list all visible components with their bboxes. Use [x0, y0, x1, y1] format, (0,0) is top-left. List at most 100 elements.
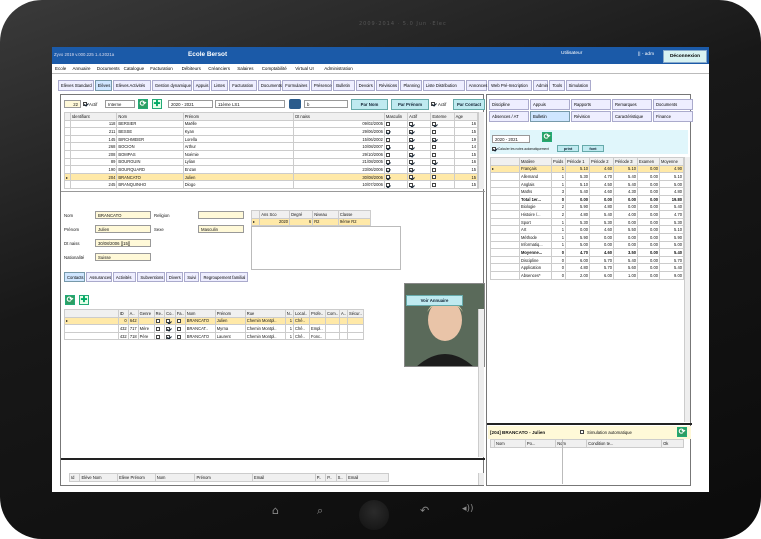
grades-scrollbar[interactable] [684, 157, 690, 422]
menu-item[interactable]: Comptabilité [262, 66, 287, 71]
checkbox[interactable] [385, 167, 390, 172]
menu-item[interactable]: Ecole [55, 66, 66, 71]
column-header[interactable]: P.. [314, 473, 327, 482]
column-header[interactable]: Période 3 [613, 157, 638, 166]
tab[interactable]: Liste Distribution [422, 80, 465, 91]
year-field[interactable]: 2020 - 2021 [492, 135, 530, 143]
checkbox[interactable] [385, 183, 390, 188]
right-tab[interactable]: Absences / AT [489, 111, 529, 122]
column-header[interactable]: Sécur.. [347, 309, 364, 318]
column-header[interactable]: Email [346, 473, 389, 482]
volume-icon[interactable]: ◂)) [462, 504, 474, 514]
column-header[interactable]: Nom [555, 439, 588, 448]
refresh-icon[interactable]: ⟳ [138, 99, 148, 109]
religion-field[interactable] [198, 211, 244, 219]
table-row[interactable]: Total 1er... 0 0.00 0.00 0.00 0.00 19.80 [490, 194, 684, 204]
checkbox[interactable] [385, 152, 390, 157]
right-tab[interactable]: Remarques [612, 99, 652, 110]
print-button[interactable]: print [557, 145, 579, 152]
table-row[interactable]: Biologie 2 5.90 4.80 0.00 0.00 5.40 [490, 202, 684, 212]
table-row[interactable]: ▸ 204 BRANCATO Julien 30/08/2006 15 [64, 172, 479, 182]
checkbox[interactable] [409, 129, 414, 134]
table-row[interactable]: Moyenne... 0 4.70 4.60 3.50 0.00 5.40 [490, 248, 684, 257]
column-header[interactable]: Fa.. [174, 309, 186, 318]
column-header[interactable]: Elève Prénom [117, 473, 156, 482]
table-row[interactable]: Allemand 1 5.30 4.70 5.40 0.00 5.10 [490, 172, 684, 181]
column-header[interactable]: S.. [335, 473, 348, 482]
auto-calc-checkbox[interactable] [492, 146, 496, 151]
disconnect-button[interactable]: Déconnexion [663, 50, 707, 63]
column-header[interactable]: Identifiant [69, 112, 118, 121]
column-header[interactable]: Profe.. [308, 309, 326, 318]
checkbox[interactable] [432, 167, 437, 172]
checkbox[interactable] [155, 319, 160, 324]
dtnaiss-field[interactable]: 30/08/2006 [[15]] [95, 239, 151, 247]
checkbox[interactable] [385, 160, 390, 165]
right-tab[interactable]: Discipline [489, 99, 529, 110]
checkbox[interactable] [166, 319, 171, 324]
right-tab[interactable]: Appuis [530, 99, 570, 110]
nationalite-field[interactable]: Suisse [95, 253, 151, 261]
search-icon[interactable]: ⌕ [317, 504, 323, 518]
tab[interactable]: Formulaires [282, 80, 310, 91]
checkbox[interactable] [155, 334, 160, 339]
checkbox[interactable] [176, 334, 181, 339]
table-row[interactable]: 208 BOMPAS Noémie 29/10/2006 15 [64, 149, 479, 159]
tab[interactable]: Documents [257, 80, 282, 91]
binoculars-icon[interactable] [289, 99, 301, 109]
contact-tab[interactable]: Subventions [137, 272, 165, 282]
table-row[interactable]: 432 717 Mère BRANCAT.. Myrna Chemin Montpl.. 1… [64, 324, 364, 333]
checkbox[interactable] [432, 122, 437, 127]
voir-annuaire-button[interactable]: Voir Annuaire [406, 295, 463, 306]
tab[interactable]: Facturation [229, 80, 257, 91]
column-header[interactable]: Période 1 [565, 157, 590, 166]
par-nom-button[interactable]: Par Nom [351, 99, 388, 110]
column-header[interactable]: N.. [284, 309, 294, 318]
menu-item[interactable]: Annuaire [73, 66, 91, 71]
column-header[interactable]: P.. [325, 473, 337, 482]
table-row[interactable]: 211 BESSE Kyan 29/06/2006 15 [64, 127, 479, 136]
search-input[interactable]: b [304, 100, 348, 108]
checkbox[interactable] [385, 129, 390, 134]
checkbox[interactable] [432, 145, 437, 150]
column-header[interactable]: Condition te... [586, 439, 663, 448]
checkbox[interactable] [409, 122, 414, 127]
tab[interactable]: Elèves [94, 80, 113, 91]
contact-tab[interactable]: Activités [112, 272, 137, 282]
sim-checkbox[interactable] [580, 429, 584, 434]
column-header[interactable]: Prénom [182, 112, 295, 121]
column-header[interactable]: Ok [661, 439, 684, 448]
table-row[interactable]: Art 1 0.00 4.60 5.50 0.00 5.10 [490, 225, 684, 234]
tab[interactable]: Appuis [192, 80, 210, 91]
tab[interactable]: Annonces [465, 80, 487, 91]
table-row[interactable]: 118 BERSIER Maëlle 09/02/2005 16 [64, 119, 479, 129]
actif-checkbox[interactable] [83, 101, 87, 106]
tab[interactable]: Bulletin [333, 80, 355, 91]
tab[interactable]: Présence [310, 80, 333, 91]
menu-item[interactable]: Virtual UI [295, 66, 313, 71]
column-header[interactable]: Com.. [324, 309, 340, 318]
checkbox[interactable] [155, 326, 160, 331]
count-field[interactable]: 22 [64, 100, 81, 108]
checkbox[interactable] [166, 326, 171, 331]
column-header[interactable]: Masculin [383, 112, 409, 121]
table-row[interactable]: Absences* 0 2.00 6.00 1.00 0.00 9.00 [490, 270, 684, 280]
checkbox[interactable] [432, 137, 437, 142]
add-contact-icon[interactable]: ✚ [79, 295, 89, 305]
table-row[interactable]: ▸ 0 642 BRANCATO Julien Chemin Montpl.. 1 Chê.. [64, 316, 364, 326]
checkbox[interactable] [432, 129, 437, 134]
menu-item[interactable]: Salaires [237, 66, 253, 71]
column-header[interactable]: Nom [154, 473, 196, 482]
tab[interactable]: Listes [211, 80, 229, 91]
column-header[interactable]: Poids [551, 157, 566, 166]
column-header[interactable]: Moyenne [659, 157, 684, 166]
par-prenom-button[interactable]: Par Prénom [391, 99, 429, 110]
menu-item[interactable]: Catalogue [124, 66, 145, 71]
column-header[interactable]: Po... [524, 439, 557, 448]
table-row[interactable]: Méthode 1 5.90 0.00 0.00 0.00 5.90 [490, 232, 684, 242]
column-header[interactable]: Genre [137, 309, 155, 318]
font-button[interactable]: font [582, 145, 604, 152]
tab[interactable]: Gestion dynamique [151, 80, 192, 91]
column-header[interactable]: Elève Nom [79, 473, 119, 482]
checkbox[interactable] [385, 122, 390, 127]
